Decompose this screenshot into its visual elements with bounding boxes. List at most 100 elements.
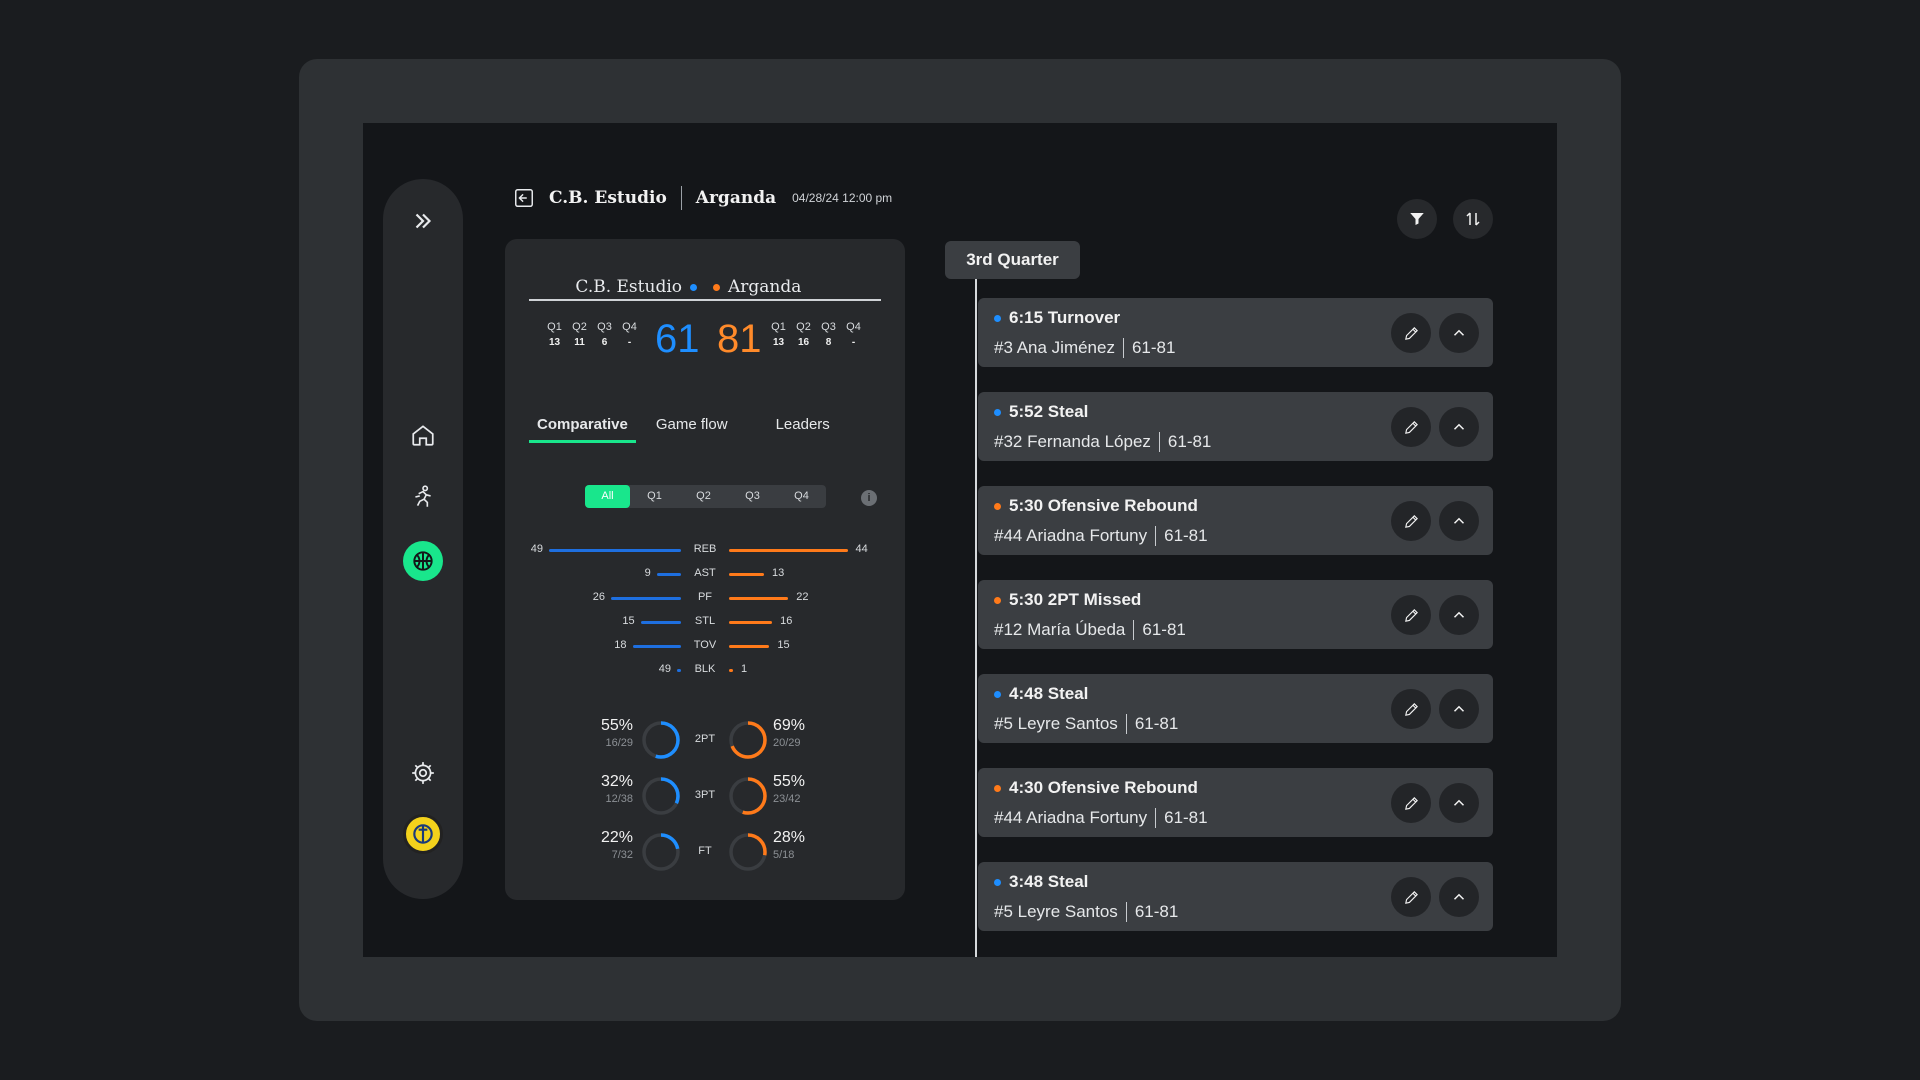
home-team: C.B. Estudio bbox=[529, 275, 705, 299]
home-team-dot bbox=[690, 283, 697, 291]
collapse-button[interactable] bbox=[1439, 313, 1479, 353]
basketball-icon[interactable] bbox=[403, 541, 443, 581]
home-shooting: 32% 12/38 bbox=[575, 773, 633, 805]
edit-button[interactable] bbox=[1391, 595, 1431, 635]
player-icon[interactable] bbox=[403, 477, 443, 517]
event-card[interactable]: 4:48 Steal #5 Leyre Santos 61-81 bbox=[978, 674, 1493, 743]
away-stat-value: 13 bbox=[772, 567, 785, 579]
edit-button[interactable] bbox=[1391, 877, 1431, 917]
collapse-icon bbox=[1453, 329, 1465, 336]
away-stat-value: 1 bbox=[741, 663, 748, 675]
scoreboard-teams: C.B. Estudio Arganda bbox=[529, 275, 881, 301]
team-dot bbox=[994, 596, 1001, 604]
quarter-label: Q2 bbox=[796, 321, 811, 333]
event-card[interactable]: 5:52 Steal #32 Fernanda López 61-81 bbox=[978, 392, 1493, 461]
event-title-row: 5:52 Steal bbox=[994, 402, 1088, 422]
event-title-row: 5:30 2PT Missed bbox=[994, 590, 1141, 610]
tab-game-flow[interactable]: Game flow bbox=[648, 413, 736, 443]
event-player: #44 Ariadna Fortuny bbox=[994, 526, 1148, 545]
info-icon[interactable]: i bbox=[861, 490, 877, 506]
settings-icon[interactable] bbox=[403, 753, 443, 793]
event-card[interactable]: 4:30 Ofensive Rebound #44 Ariadna Fortun… bbox=[978, 768, 1493, 837]
expand-icon[interactable] bbox=[403, 201, 443, 241]
home-stat-bar bbox=[677, 669, 681, 672]
divider bbox=[1155, 526, 1157, 546]
edit-button[interactable] bbox=[1391, 501, 1431, 541]
away-shooting: 69% 20/29 bbox=[773, 717, 831, 749]
away-stat-value: 16 bbox=[780, 615, 793, 627]
percentage-ring bbox=[642, 833, 680, 871]
edit-button[interactable] bbox=[1391, 407, 1431, 447]
edit-button[interactable] bbox=[1391, 689, 1431, 729]
event-score: 61-81 bbox=[1164, 526, 1208, 545]
comparison-row: 9 AST 13 bbox=[505, 566, 905, 582]
quarter-label: Q2 bbox=[572, 321, 587, 333]
home-pct: 55% bbox=[600, 717, 633, 734]
stat-label: STL bbox=[694, 615, 716, 627]
quarter-label: Q3 bbox=[597, 321, 612, 333]
filter-q2[interactable]: Q2 bbox=[679, 485, 728, 508]
tab-leaders[interactable]: Leaders bbox=[768, 413, 838, 443]
event-score: 61-81 bbox=[1142, 620, 1186, 639]
event-details: #3 Ana Jiménez 61-81 bbox=[994, 338, 1175, 358]
event-details: #12 María Úbeda 61-81 bbox=[994, 620, 1186, 640]
filter-q1[interactable]: Q1 bbox=[630, 485, 679, 508]
collapse-button[interactable] bbox=[1439, 501, 1479, 541]
home-pct: 32% bbox=[600, 773, 633, 790]
header-home-team: C.B. Estudio bbox=[549, 188, 667, 208]
event-card[interactable]: 5:30 Ofensive Rebound #44 Ariadna Fortun… bbox=[978, 486, 1493, 555]
team-dot bbox=[994, 408, 1001, 416]
event-player: #12 María Úbeda bbox=[994, 620, 1126, 639]
filter-icon bbox=[1410, 213, 1424, 225]
collapse-button[interactable] bbox=[1439, 595, 1479, 635]
collapse-button[interactable] bbox=[1439, 689, 1479, 729]
home-stat-value: 15 bbox=[622, 615, 635, 627]
away-q3-score: 8 bbox=[825, 337, 832, 348]
away-stat-value: 44 bbox=[855, 543, 868, 555]
collapse-icon bbox=[1453, 611, 1465, 618]
event-title: 6:15 Turnover bbox=[1009, 308, 1121, 327]
collapse-button[interactable] bbox=[1439, 407, 1479, 447]
filter-button[interactable] bbox=[1397, 199, 1437, 239]
away-score: 81 bbox=[717, 317, 762, 361]
sort-icon bbox=[1466, 212, 1480, 226]
edit-button[interactable] bbox=[1391, 783, 1431, 823]
percentage-ring bbox=[729, 721, 767, 759]
percentage-ring bbox=[729, 777, 767, 815]
back-icon[interactable] bbox=[513, 187, 535, 209]
filter-all[interactable]: All bbox=[585, 485, 630, 508]
event-details: #32 Fernanda López 61-81 bbox=[994, 432, 1211, 452]
edit-button[interactable] bbox=[1391, 313, 1431, 353]
sidebar bbox=[383, 179, 463, 899]
sort-button[interactable] bbox=[1453, 199, 1493, 239]
away-stat-bar bbox=[729, 573, 765, 576]
event-card[interactable]: 5:30 2PT Missed #12 María Úbeda 61-81 bbox=[978, 580, 1493, 649]
quarter-label: Q1 bbox=[771, 321, 786, 333]
team-avatar[interactable] bbox=[403, 814, 443, 854]
event-details: #44 Ariadna Fortuny 61-81 bbox=[994, 808, 1208, 828]
away-made: 23/42 bbox=[773, 793, 801, 805]
collapse-button[interactable] bbox=[1439, 783, 1479, 823]
event-score: 61-81 bbox=[1167, 432, 1212, 451]
home-stat-value: 9 bbox=[644, 567, 651, 579]
collapse-icon bbox=[1453, 423, 1465, 430]
away-q4-score: - bbox=[851, 337, 856, 348]
app-screen: C.B. Estudio Arganda 04/28/24 12:00 pm C… bbox=[363, 123, 1557, 957]
quarter-label-badge: 3rd Quarter bbox=[945, 241, 1080, 279]
home-stat-bar bbox=[632, 645, 681, 648]
home-made: 16/29 bbox=[605, 737, 633, 749]
collapse-button[interactable] bbox=[1439, 877, 1479, 917]
edit-icon bbox=[1404, 514, 1418, 528]
away-stat-value: 22 bbox=[796, 591, 809, 603]
filter-q3[interactable]: Q3 bbox=[728, 485, 777, 508]
edit-icon bbox=[1404, 420, 1418, 434]
filter-q4[interactable]: Q4 bbox=[777, 485, 826, 508]
away-team: Arganda bbox=[705, 275, 881, 299]
home-icon[interactable] bbox=[403, 415, 443, 455]
home-pct: 22% bbox=[600, 829, 633, 846]
tab-comparative[interactable]: Comparative bbox=[529, 413, 636, 443]
divider bbox=[1125, 714, 1127, 734]
event-score: 61-81 bbox=[1164, 808, 1208, 827]
event-card[interactable]: 6:15 Turnover #3 Ana Jiménez 61-81 bbox=[978, 298, 1493, 367]
event-card[interactable]: 3:48 Steal #5 Leyre Santos 61-81 bbox=[978, 862, 1493, 931]
